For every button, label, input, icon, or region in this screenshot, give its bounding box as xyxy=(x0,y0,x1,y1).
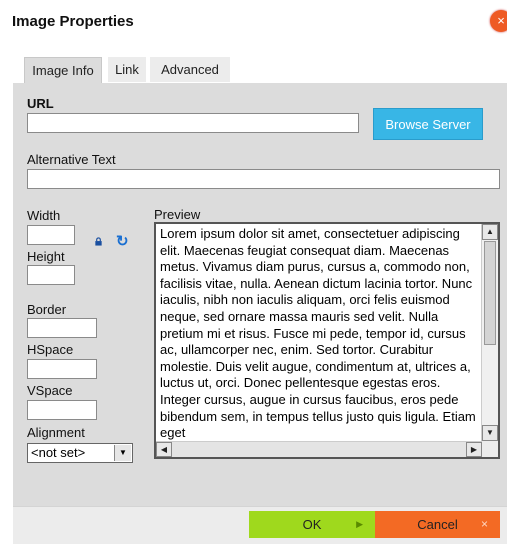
preview-vertical-scrollbar[interactable]: ▲ ▼ xyxy=(481,224,498,441)
vspace-label: VSpace xyxy=(27,383,73,398)
image-properties-dialog: Image Properties × Image Info Link Advan… xyxy=(0,0,507,544)
cancel-label: Cancel xyxy=(417,517,458,532)
close-button[interactable]: × xyxy=(490,10,507,32)
scroll-up-icon[interactable]: ▲ xyxy=(482,224,498,240)
dialog-title: Image Properties xyxy=(12,13,134,30)
url-label: URL xyxy=(27,96,54,111)
preview-horizontal-scrollbar[interactable]: ◀ ▶ xyxy=(156,441,482,457)
chevron-down-icon[interactable]: ▼ xyxy=(114,445,131,461)
height-input[interactable] xyxy=(27,265,75,285)
border-label: Border xyxy=(27,302,67,317)
scroll-right-icon[interactable]: ▶ xyxy=(466,442,482,457)
close-icon: × xyxy=(497,13,505,28)
tab-advanced[interactable]: Advanced xyxy=(150,57,230,82)
cancel-button[interactable]: Cancel × xyxy=(375,511,500,538)
tab-link[interactable]: Link xyxy=(108,57,146,82)
border-input[interactable] xyxy=(27,318,97,338)
alt-text-input[interactable] xyxy=(27,169,500,189)
ok-label: OK xyxy=(302,517,322,532)
close-x-icon: × xyxy=(480,517,488,531)
url-input[interactable] xyxy=(27,113,359,133)
arrow-right-icon: ▶ xyxy=(356,519,363,529)
alignment-label: Alignment xyxy=(27,425,85,440)
preview-label: Preview xyxy=(154,207,201,222)
scroll-left-icon[interactable]: ◀ xyxy=(156,442,172,457)
scrollbar-thumb[interactable] xyxy=(484,241,496,345)
height-label: Height xyxy=(27,249,65,264)
preview-box: Lorem ipsum dolor sit amet, consectetuer… xyxy=(154,222,500,459)
hspace-input[interactable] xyxy=(27,359,97,379)
vspace-input[interactable] xyxy=(27,400,97,420)
alt-text-label: Alternative Text xyxy=(27,152,116,167)
alignment-selected-value: <not set> xyxy=(31,445,86,460)
preview-text: Lorem ipsum dolor sit amet, consectetuer… xyxy=(160,226,476,441)
lock-icon[interactable] xyxy=(94,237,103,246)
reset-size-icon[interactable]: ↻ xyxy=(116,234,129,249)
ok-button[interactable]: OK ▶ xyxy=(249,511,375,538)
width-input[interactable] xyxy=(27,225,75,245)
alignment-select[interactable]: <not set> ▼ xyxy=(27,443,133,463)
scroll-down-icon[interactable]: ▼ xyxy=(482,425,498,441)
tab-image-info[interactable]: Image Info xyxy=(24,57,102,85)
browse-server-button[interactable]: Browse Server xyxy=(373,108,483,140)
width-label: Width xyxy=(27,208,61,223)
hspace-label: HSpace xyxy=(27,342,74,357)
scrollbar-corner xyxy=(482,441,498,457)
